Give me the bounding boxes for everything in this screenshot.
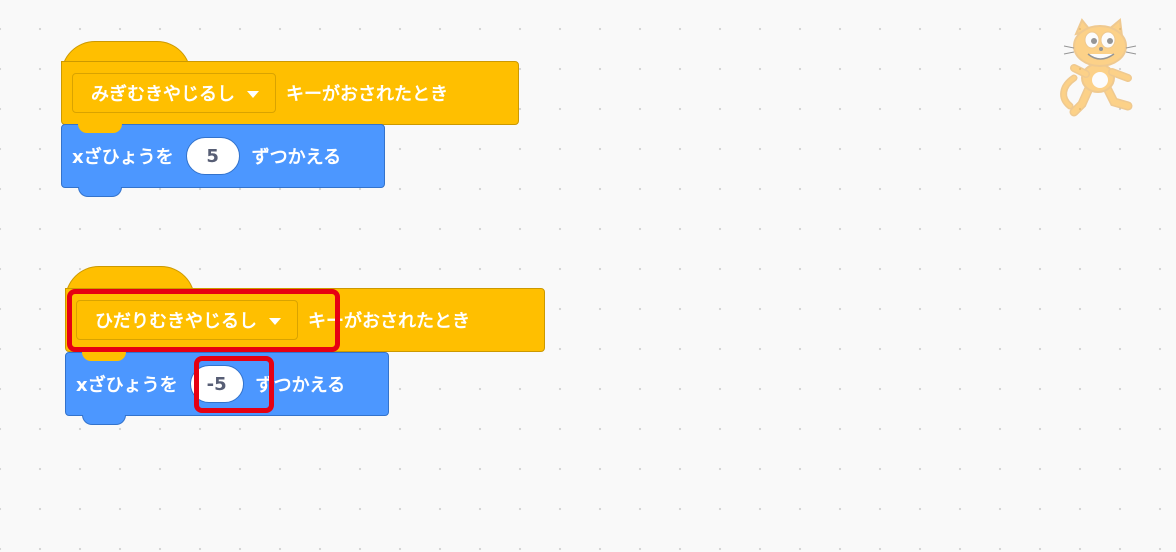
dropdown-caret-icon [247, 90, 259, 98]
key-dropdown-value: みぎむきやじるし [91, 84, 235, 105]
key-dropdown[interactable]: みぎむきやじるし [72, 73, 276, 113]
change-x-by-block[interactable]: xざひょうを 5 ずつかえる [61, 124, 385, 197]
change-x-value-input[interactable]: 5 [185, 137, 240, 175]
block-notch [82, 352, 126, 361]
hat-block-label: キーがおされたとき [286, 84, 448, 105]
code-workspace[interactable]: みぎむきやじるし キーがおされたとき xざひょうを 5 ずつかえる ひだりむきや… [0, 0, 1176, 552]
change-x-label-prefix: xざひょうを [72, 147, 174, 168]
change-x-label-suffix: ずつかえる [251, 147, 342, 168]
highlight-value-input [194, 356, 274, 413]
block-bottom-tab [82, 415, 126, 425]
scratch-cat-icon[interactable] [1056, 16, 1142, 118]
block-bottom-tab [78, 187, 122, 197]
change-x-label-prefix: xざひょうを [76, 375, 178, 396]
block-notch [78, 124, 122, 133]
highlight-key-dropdown [67, 289, 340, 352]
when-key-pressed-block[interactable]: みぎむきやじるし キーがおされたとき [61, 61, 519, 125]
